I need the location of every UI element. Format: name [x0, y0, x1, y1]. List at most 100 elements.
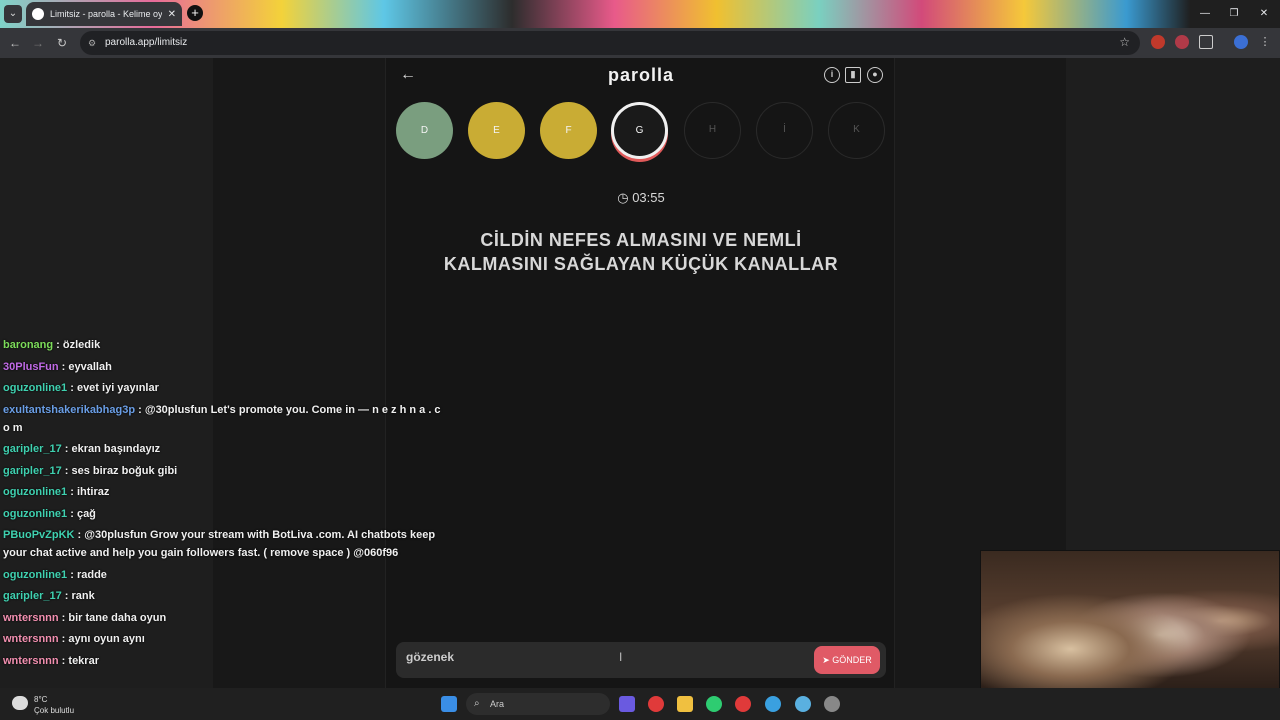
chrome-active-icon[interactable]	[795, 696, 811, 712]
chat-username: garipler_17	[3, 590, 62, 602]
site-info-icon[interactable]: ⚙	[88, 37, 100, 49]
chat-username: garipler_17	[3, 464, 62, 477]
chat-text: : radde	[67, 568, 107, 581]
letter-circle: D	[396, 102, 453, 159]
chat-message: wntersnnn : bir tane daha oyun	[3, 609, 443, 627]
chat-text: : ekran başındayız	[61, 443, 161, 455]
tab-title: Limitsiz - parolla - Kelime oyunu	[50, 9, 162, 19]
extension-icon[interactable]	[1151, 35, 1165, 49]
chat-text: : tekrar	[58, 654, 99, 667]
extensions-puzzle-icon[interactable]	[1199, 35, 1213, 49]
profile-avatar[interactable]	[1234, 35, 1248, 49]
active-letter-circle: G	[611, 102, 668, 159]
site-favicon-icon	[32, 8, 44, 20]
reload-icon[interactable]: ↻	[53, 34, 71, 52]
back-icon[interactable]: ←	[6, 34, 24, 52]
letter-track: D E F G H İ K	[396, 102, 886, 162]
taskbar: 8°C Çok bulutlu ⌕ Ara	[0, 688, 1280, 720]
game-panel: ← parolla i ▮ ● D E F G H İ K ◷ 03:55 Cİ…	[385, 58, 895, 688]
clock-icon: ◷	[617, 190, 629, 205]
close-tab-icon[interactable]: ✕	[168, 9, 176, 20]
app-icon[interactable]	[824, 696, 840, 712]
chat-message: oguzonline1 : çağ	[3, 505, 443, 523]
chat-text: : aynı oyun aynı	[58, 633, 145, 645]
letter-circle: H	[684, 102, 741, 159]
weather-desc: Çok bulutlu	[34, 706, 75, 715]
chat-message: garipler_17 : ses biraz boğuk gibi	[3, 462, 443, 480]
chat-text: : evet iyi yayınlar	[67, 382, 159, 394]
file-explorer-icon[interactable]	[677, 696, 693, 712]
chat-username: wntersnnn	[3, 633, 59, 645]
address-bar[interactable]: ⚙ parolla.app/limitsiz ☆	[80, 31, 1140, 55]
answer-bar: I ➤ GÖNDER	[396, 642, 886, 678]
answer-input[interactable]	[406, 650, 806, 664]
timer-value: 03:55	[632, 190, 665, 205]
info-icon[interactable]: i	[824, 67, 840, 83]
letter-circle: F	[540, 102, 597, 159]
send-label: GÖNDER	[832, 655, 872, 665]
taskbar-search[interactable]: ⌕ Ara	[466, 693, 610, 715]
tab-strip: ⌄ Limitsiz - parolla - Kelime oyunu ✕ + …	[0, 0, 1280, 28]
chat-text: : özledik	[53, 339, 101, 351]
stats-icon[interactable]: ▮	[845, 67, 861, 83]
weather-temp: 8°C	[34, 695, 48, 704]
maximize-button[interactable]: ❐	[1218, 0, 1250, 28]
letter-circle: E	[468, 102, 525, 159]
send-button[interactable]: ➤ GÖNDER	[814, 646, 880, 674]
media-player-icon[interactable]	[648, 696, 664, 712]
opera-icon[interactable]	[735, 696, 751, 712]
chat-message: garipler_17 : rank	[3, 587, 443, 605]
chat-text: : ses biraz boğuk gibi	[61, 464, 178, 477]
bookmark-star-icon[interactable]: ☆	[1119, 35, 1130, 49]
chat-username: oguzonline1	[3, 568, 68, 581]
chat-message: garipler_17 : ekran başındayız	[3, 440, 443, 458]
chat-username: oguzonline1	[3, 486, 68, 498]
url-text: parolla.app/limitsiz	[105, 37, 188, 48]
letter-circle: K	[828, 102, 885, 159]
chat-message: 30PlusFun : eyvallah	[3, 358, 443, 376]
chat-message: baronang : özledik	[3, 336, 443, 354]
chat-message: PBuoPvZpKK : @30plusfun Grow your stream…	[3, 526, 443, 562]
start-icon[interactable]	[441, 696, 457, 712]
browser-tab[interactable]: Limitsiz - parolla - Kelime oyunu ✕	[26, 2, 182, 26]
profile-icon[interactable]: ●	[867, 67, 883, 83]
timer: ◷ 03:55	[386, 190, 896, 206]
new-tab-button[interactable]: +	[187, 5, 203, 21]
chat-username: 30PlusFun	[3, 360, 59, 373]
forward-icon[interactable]: →	[29, 34, 47, 52]
chat-message: oguzonline1 : evet iyi yayınlar	[3, 379, 443, 397]
send-icon: ➤	[822, 655, 833, 665]
chat-text: : ihtiraz	[67, 486, 110, 498]
search-icon: ⌕	[474, 698, 480, 709]
whatsapp-icon[interactable]	[706, 696, 722, 712]
clue-text: CİLDİN NEFES ALMASINI VE NEMLİ KALMASINI…	[443, 230, 839, 274]
chat-username: baronang	[3, 339, 54, 351]
stream-chat-overlay: baronang : özledik 30PlusFun : eyvallah og…	[3, 336, 443, 673]
search-label: Ara	[490, 699, 505, 709]
webcam-overlay	[980, 550, 1280, 692]
chat-username: oguzonline1	[3, 382, 68, 394]
chrome-icon[interactable]	[765, 696, 781, 712]
text-cursor-icon: I	[619, 650, 623, 664]
menu-kebab-icon[interactable]: ⋮	[1258, 35, 1272, 49]
chat-username: garipler_17	[3, 443, 62, 455]
chat-username: PBuoPvZpKK	[3, 529, 75, 541]
chat-text: : rank	[61, 590, 95, 602]
letter-circle: İ	[756, 102, 813, 159]
chat-text: : çağ	[67, 507, 96, 520]
minimize-button[interactable]: —	[1189, 0, 1221, 28]
chat-message: oguzonline1 : radde	[3, 566, 443, 584]
chat-username: wntersnnn	[3, 611, 59, 624]
close-window-button[interactable]: ✕	[1248, 0, 1280, 28]
copilot-icon[interactable]	[619, 696, 635, 712]
tab-search-button[interactable]: ⌄	[4, 5, 22, 23]
chat-text: : bir tane daha oyun	[58, 611, 167, 624]
chat-username: exultantshakerikabhag3p	[3, 403, 136, 416]
browser-toolbar: ← → ↻ ⚙ parolla.app/limitsiz ☆ ⋮	[0, 28, 1280, 58]
chat-message: exultantshakerikabhag3p : @30plusfun Let…	[3, 401, 443, 437]
chat-username: oguzonline1	[3, 507, 68, 520]
brand-logo: parolla	[607, 65, 675, 85]
extension-icon[interactable]	[1175, 35, 1189, 49]
chat-text: : eyvallah	[58, 360, 112, 373]
cloud-icon	[12, 696, 28, 710]
